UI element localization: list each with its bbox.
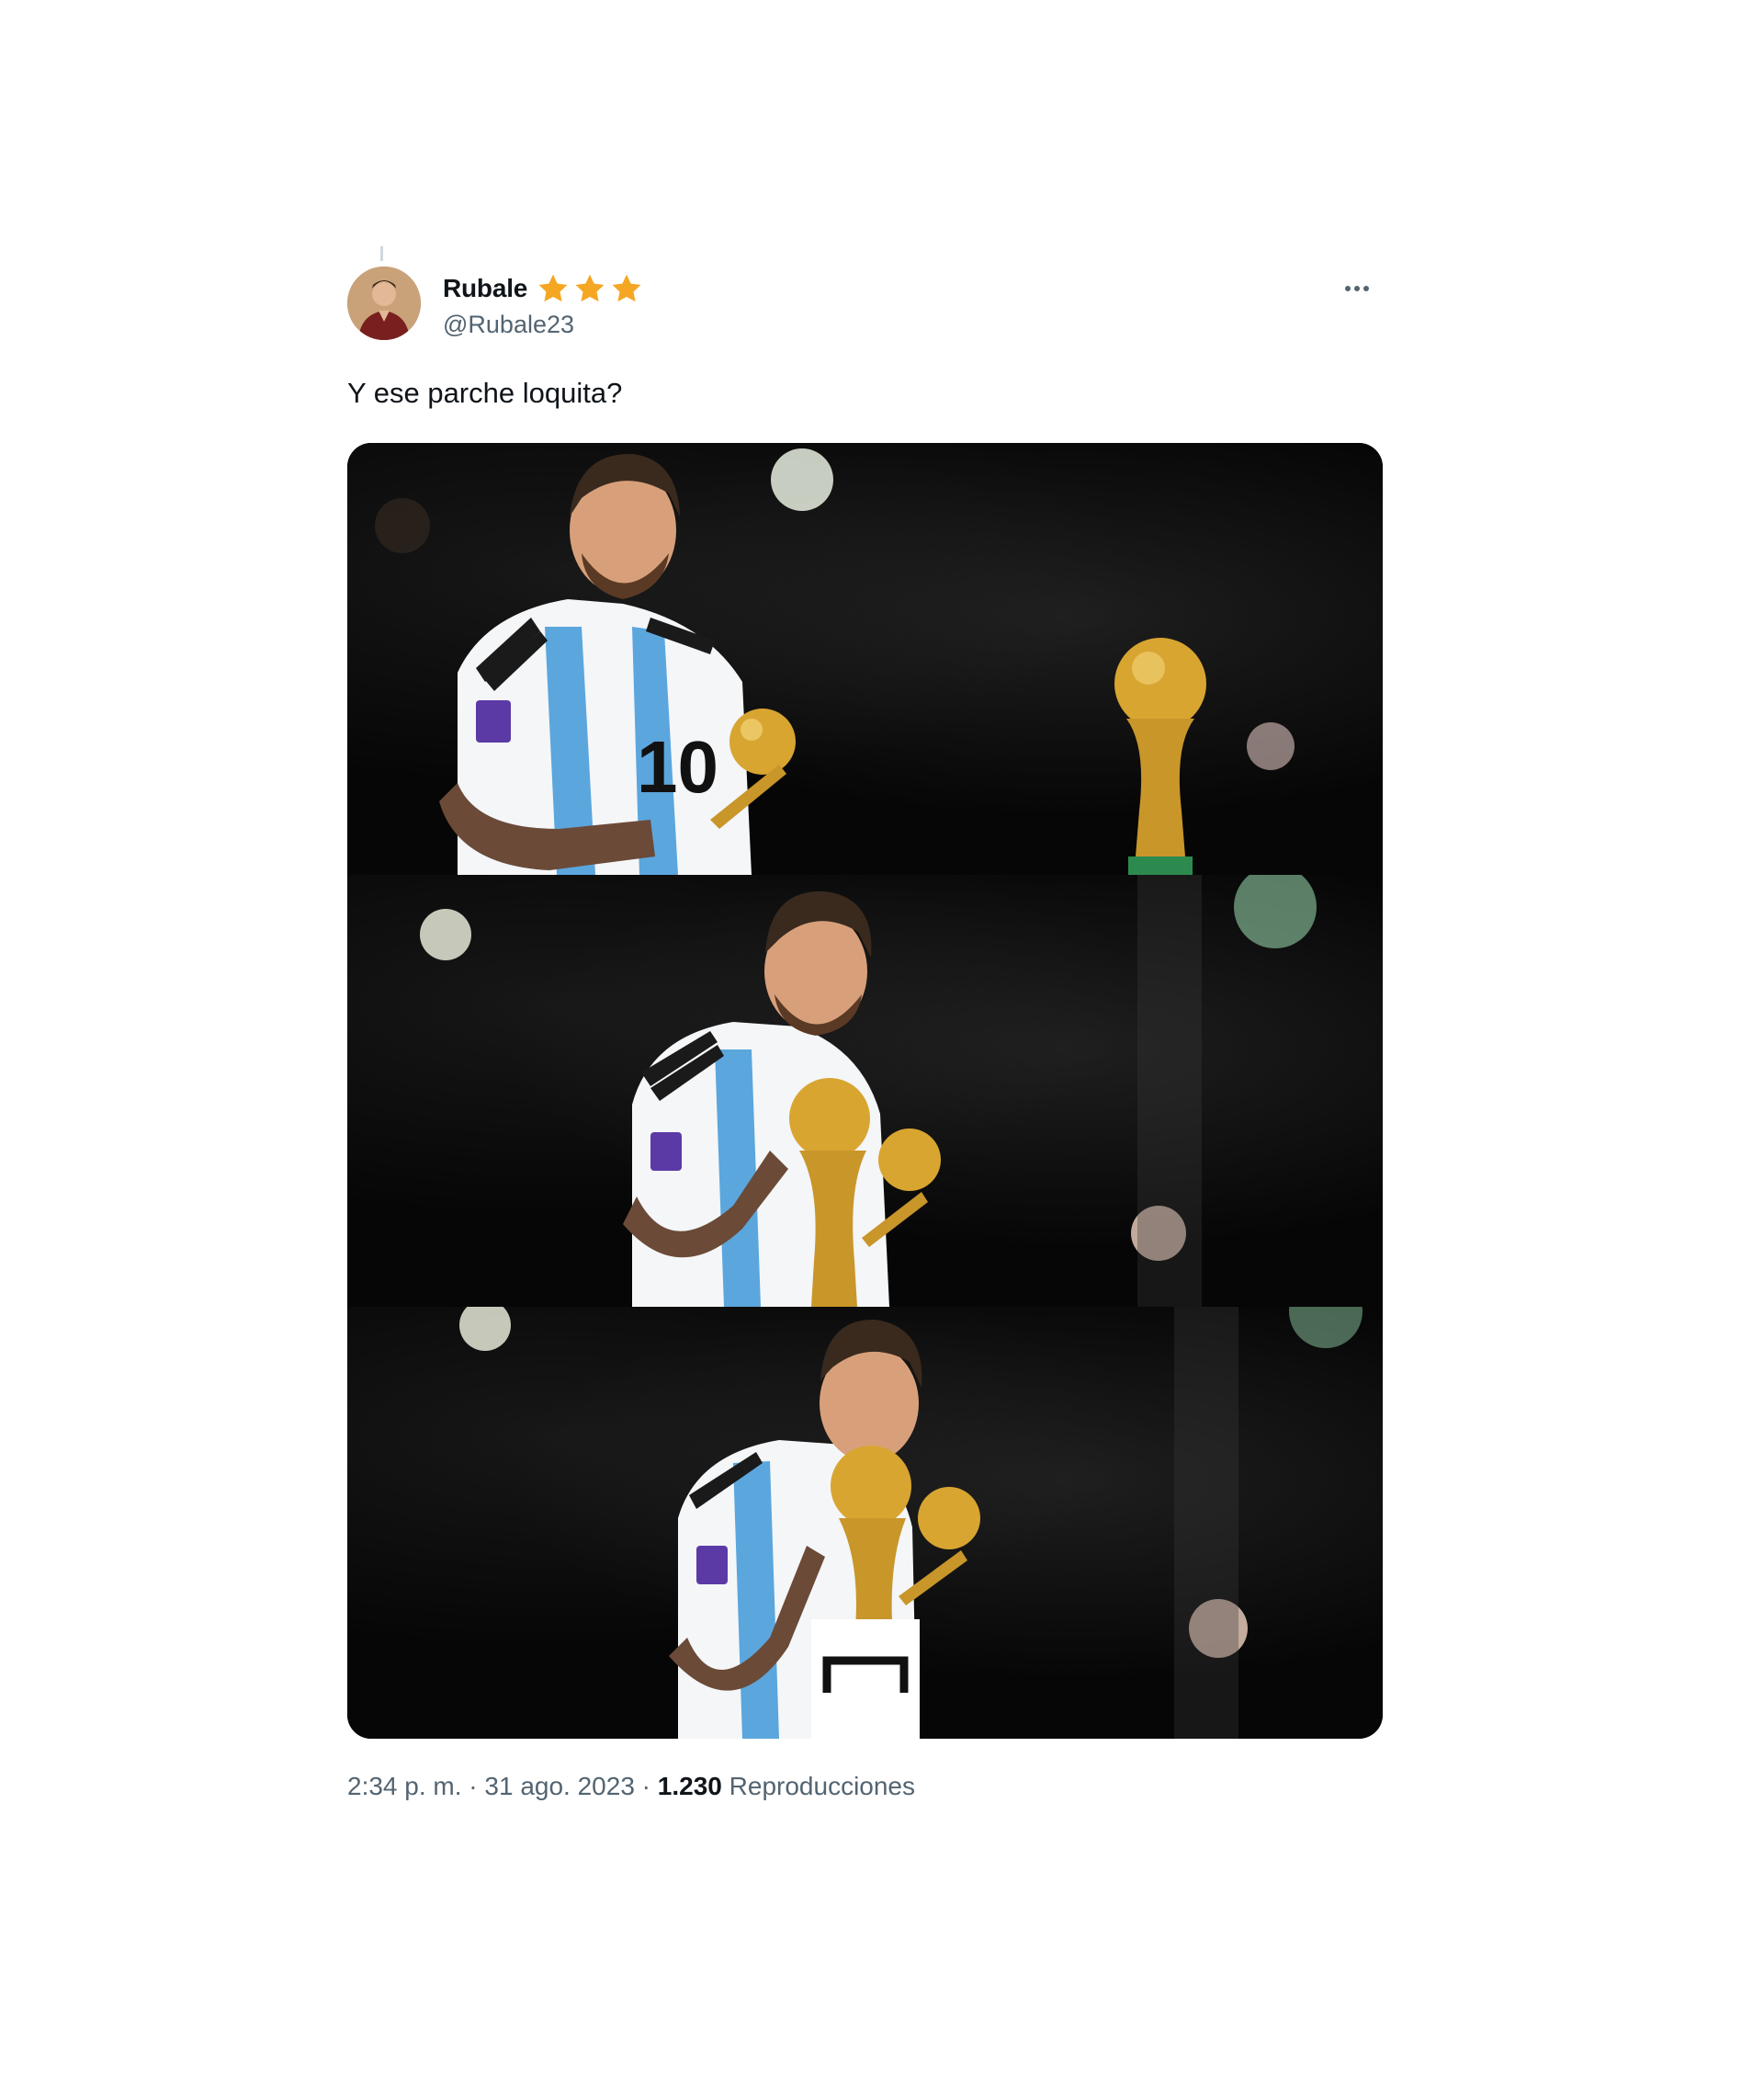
media-panel-1: 10	[347, 443, 1383, 875]
star-icon	[575, 274, 605, 302]
more-options-button[interactable]	[1331, 270, 1383, 307]
author-display-name[interactable]: Rubale	[443, 274, 527, 303]
views-count: 1.230	[657, 1772, 722, 1800]
tweet-time[interactable]: 2:34 p. m.	[347, 1772, 462, 1800]
avatar-image	[347, 267, 421, 340]
author-handle[interactable]: @Rubale23	[443, 311, 574, 339]
tweet-metadata: 2:34 p. m. · 31 ago. 2023 · 1.230 Reprod…	[347, 1772, 915, 1801]
player-touching-trophy-illustration	[420, 875, 1317, 1307]
meta-separator: ·	[634, 1772, 658, 1800]
media-panel-2	[347, 875, 1383, 1307]
player-with-ball-trophy-illustration: 10	[375, 448, 1295, 875]
more-dots-icon	[1345, 286, 1351, 291]
meta-separator: ·	[461, 1772, 485, 1800]
views-label: Reproducciones	[729, 1772, 915, 1800]
avatar[interactable]	[347, 267, 421, 340]
jersey-number: 10	[637, 726, 718, 808]
star-icon	[612, 274, 641, 302]
tweet-header: Rubale @Rubale23	[345, 267, 1383, 342]
thread-connector-line	[380, 246, 383, 261]
tweet-date[interactable]: 31 ago. 2023	[484, 1772, 635, 1800]
more-dots-icon	[1363, 286, 1369, 291]
author-name-row: Rubale	[443, 272, 643, 305]
star-icon	[538, 274, 568, 302]
author-badges	[537, 272, 643, 305]
player-kissing-trophy-illustration	[459, 1307, 1363, 1739]
media-panel-3	[347, 1307, 1383, 1739]
tweet-media-image[interactable]: 10	[347, 443, 1383, 1739]
tweet-text: Y ese parche loquita?	[347, 377, 623, 409]
more-dots-icon	[1354, 286, 1360, 291]
